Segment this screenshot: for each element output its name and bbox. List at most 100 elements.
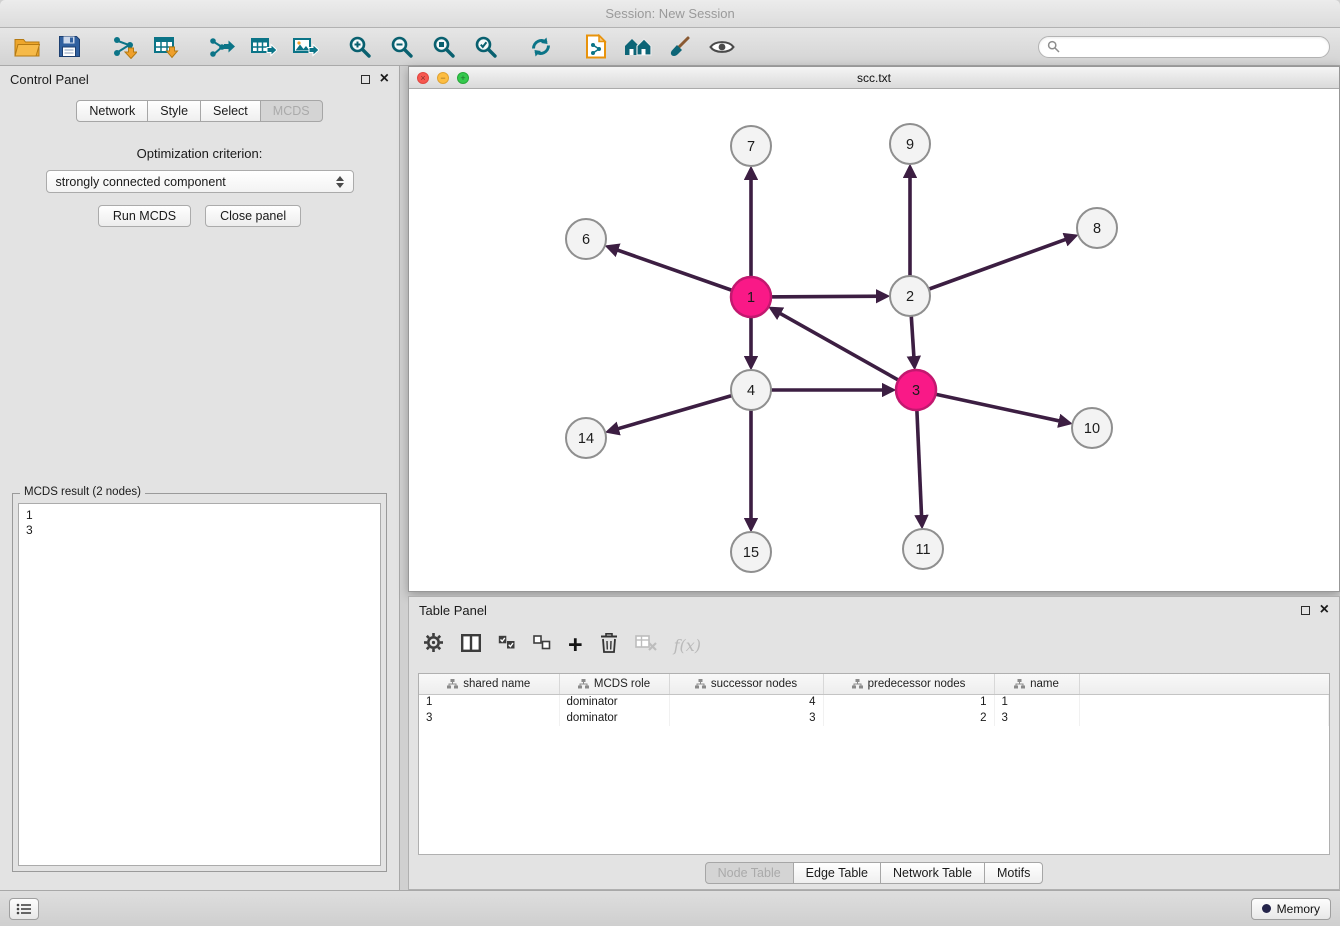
deselect-all-columns-button[interactable] — [533, 635, 551, 655]
export-table-button[interactable] — [246, 32, 280, 62]
graph-edge-3-1[interactable] — [772, 309, 916, 390]
search-box[interactable] — [1038, 36, 1330, 58]
tab-style[interactable]: Style — [147, 100, 201, 122]
column-header-successor-nodes[interactable]: successor nodes — [669, 674, 823, 694]
graph-node-1[interactable]: 1 — [731, 277, 771, 317]
graph-node-15[interactable]: 15 — [731, 532, 771, 572]
select-all-icon — [498, 635, 516, 650]
table-panel-title: Table Panel — [419, 603, 487, 618]
tab-mcds[interactable]: MCDS — [260, 100, 323, 122]
minimize-window-icon[interactable]: − — [437, 72, 449, 84]
paint-brush-icon — [668, 35, 692, 59]
open-folder-icon — [14, 36, 40, 57]
zoom-window-icon[interactable]: + — [457, 72, 469, 84]
graph-node-3[interactable]: 3 — [896, 370, 936, 410]
svg-text:3: 3 — [912, 383, 920, 399]
table-cell-filler — [1079, 694, 1329, 710]
table-tab-motifs[interactable]: Motifs — [984, 862, 1043, 884]
control-panel-tabs: NetworkStyleSelectMCDS — [0, 100, 399, 122]
table-panel-header: Table Panel × — [409, 597, 1339, 623]
optimization-dropdown[interactable]: strongly connected component — [46, 170, 354, 193]
tab-select[interactable]: Select — [200, 100, 261, 122]
save-session-button[interactable] — [52, 32, 86, 62]
network-window: × − + scc.txt 7 9 6 8 1 2 4 3 14 10 15 11 — [408, 66, 1340, 592]
close-control-panel-icon[interactable]: × — [380, 73, 389, 85]
memory-dot-icon — [1262, 904, 1271, 913]
graph-node-11[interactable]: 11 — [903, 529, 943, 569]
node-table: shared nameMCDS rolesuccessor nodesprede… — [418, 673, 1330, 855]
zoom-out-button[interactable] — [385, 32, 419, 62]
table-settings-button[interactable] — [423, 632, 444, 658]
export-network-button[interactable] — [204, 32, 238, 62]
zoom-in-button[interactable] — [343, 32, 377, 62]
memory-button[interactable]: Memory — [1251, 898, 1331, 920]
zoom-out-icon — [390, 35, 414, 59]
table-row[interactable]: 1dominator411 — [419, 694, 1329, 710]
delete-table-button[interactable] — [635, 634, 657, 656]
sort-icon — [578, 679, 589, 689]
column-header-shared-name[interactable]: shared name — [419, 674, 559, 694]
svg-text:10: 10 — [1084, 421, 1100, 437]
graph-node-8[interactable]: 8 — [1077, 208, 1117, 248]
table-tab-node-table[interactable]: Node Table — [705, 862, 794, 884]
float-table-panel-icon[interactable] — [1301, 606, 1310, 615]
search-icon — [1047, 40, 1060, 53]
graph-node-9[interactable]: 9 — [890, 124, 930, 164]
network-canvas[interactable]: 7 9 6 8 1 2 4 3 14 10 15 11 — [409, 89, 1339, 591]
tab-network[interactable]: Network — [76, 100, 148, 122]
graph-node-14[interactable]: 14 — [566, 418, 606, 458]
zoom-selected-button[interactable] — [469, 32, 503, 62]
export-table-icon — [250, 35, 277, 59]
refresh-button[interactable] — [524, 32, 558, 62]
export-image-button[interactable] — [288, 32, 322, 62]
graph-node-7[interactable]: 7 — [731, 126, 771, 166]
table-row[interactable]: 3dominator323 — [419, 710, 1329, 726]
houses-icon — [624, 36, 652, 58]
close-window-icon[interactable]: × — [417, 72, 429, 84]
float-control-panel-icon[interactable] — [361, 75, 370, 84]
columns-icon — [461, 634, 481, 652]
graph-node-2[interactable]: 2 — [890, 276, 930, 316]
column-header-predecessor-nodes[interactable]: predecessor nodes — [823, 674, 994, 694]
run-mcds-button[interactable]: Run MCDS — [98, 205, 191, 227]
close-table-panel-icon[interactable]: × — [1320, 604, 1329, 616]
show-neighbors-button[interactable] — [621, 32, 655, 62]
apply-style-button[interactable] — [663, 32, 697, 62]
open-file-button[interactable] — [10, 32, 44, 62]
graph-edge-4-14[interactable] — [609, 390, 751, 431]
graph-node-4[interactable]: 4 — [731, 370, 771, 410]
window-controls: × − + — [409, 72, 469, 84]
graph-edge-1-6[interactable] — [609, 247, 751, 297]
graph-edge-3-10[interactable] — [916, 390, 1069, 423]
import-network-button[interactable] — [107, 32, 141, 62]
status-menu-button[interactable] — [9, 898, 39, 920]
table-cell: 3 — [994, 710, 1079, 726]
refresh-icon — [529, 35, 553, 59]
table-tabs: Node TableEdge TableNetwork TableMotifs — [409, 862, 1339, 884]
column-header-MCDS-role[interactable]: MCDS role — [559, 674, 669, 694]
svg-text:8: 8 — [1093, 221, 1101, 237]
show-columns-button[interactable] — [461, 634, 481, 657]
graph-edge-2-8[interactable] — [910, 236, 1074, 296]
close-panel-button[interactable]: Close panel — [205, 205, 301, 227]
window-titlebar: Session: New Session — [0, 0, 1340, 28]
zoom-fit-button[interactable] — [427, 32, 461, 62]
network-window-titlebar[interactable]: × − + scc.txt — [409, 67, 1339, 89]
column-header-name[interactable]: name — [994, 674, 1079, 694]
network-from-page-button[interactable] — [579, 32, 613, 62]
table-cell: 2 — [823, 710, 994, 726]
optimization-label: Optimization criterion: — [0, 146, 399, 161]
graph-node-6[interactable]: 6 — [566, 219, 606, 259]
select-all-columns-button[interactable] — [498, 635, 516, 655]
import-table-button[interactable] — [149, 32, 183, 62]
add-column-button[interactable]: + — [568, 634, 583, 656]
network-window-title: scc.txt — [409, 71, 1339, 85]
graph-node-10[interactable]: 10 — [1072, 408, 1112, 448]
sort-icon — [1014, 679, 1025, 689]
show-hide-graphics-button[interactable] — [705, 32, 739, 62]
function-builder-button[interactable]: f(x) — [674, 636, 701, 655]
table-tab-network-table[interactable]: Network Table — [880, 862, 985, 884]
search-input[interactable] — [1065, 40, 1321, 54]
delete-column-button[interactable] — [600, 632, 618, 658]
table-tab-edge-table[interactable]: Edge Table — [793, 862, 881, 884]
